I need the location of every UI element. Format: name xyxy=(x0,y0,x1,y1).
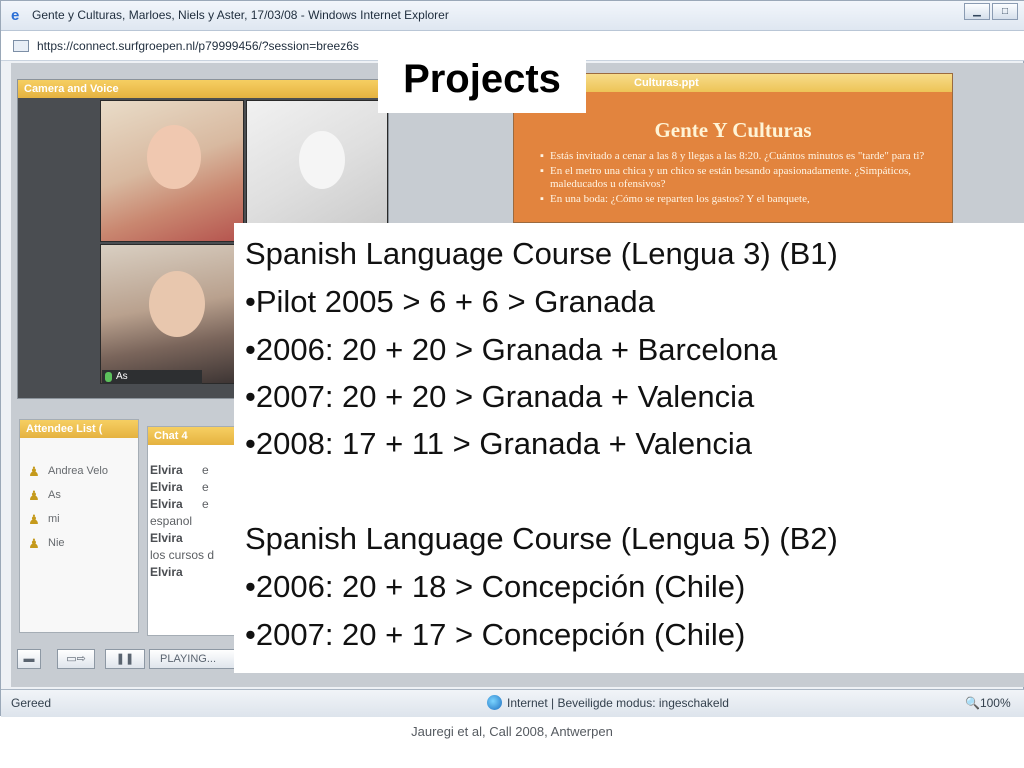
person-icon: ♟ xyxy=(28,536,40,551)
page-icon xyxy=(13,40,29,52)
attendee-name: Andrea Velo xyxy=(48,465,108,477)
video-feed-3 xyxy=(100,244,242,384)
globe-icon xyxy=(487,695,502,710)
chat-sender: Elvira xyxy=(150,497,183,511)
pause-button[interactable]: ❚❚ xyxy=(105,649,145,669)
chat-message: espanol xyxy=(150,514,192,528)
window-title: Gente y Culturas, Marloes, Niels y Aster… xyxy=(32,8,449,22)
minimize-icon: ▁ xyxy=(973,6,981,17)
camera-panel-title: Camera and Voice xyxy=(18,80,388,98)
chat-panel-title: Chat 4 xyxy=(148,427,240,445)
slide-title: Gente Y Culturas xyxy=(654,118,812,142)
pause-icon: ❚❚ xyxy=(115,653,135,665)
course-heading: Spanish Language Course (Lengua 5) (B2) xyxy=(245,521,838,556)
minus-icon: ▬ xyxy=(23,653,35,665)
status-bar: Gereed Internet | Beveiligde modus: inge… xyxy=(1,689,1024,717)
minimize-pod-button[interactable]: ▬ xyxy=(17,649,41,669)
minimize-button[interactable]: ▁ xyxy=(964,3,990,20)
chat-sender: Elvira xyxy=(150,531,183,545)
course-entry: •2007: 20 + 17 > Concepción (Chile) xyxy=(245,617,746,652)
zoom-level[interactable]: 🔍100% xyxy=(965,696,1011,710)
microphone-icon xyxy=(105,372,112,382)
chat-message: Elvira e xyxy=(150,463,209,477)
slide-bullet: En una boda: ¿Cómo se reparten los gasto… xyxy=(540,193,940,206)
slide-caption: Jauregi et al, Call 2008, Antwerpen xyxy=(411,724,613,739)
chat-panel: Chat 4 Elvira e Elvira e Elvira e espano… xyxy=(147,426,241,636)
title-bar: e Gente y Culturas, Marloes, Niels y Ast… xyxy=(1,1,1024,31)
attendee-row[interactable]: ♟ Nie xyxy=(26,534,136,552)
course-entry: •Pilot 2005 > 6 + 6 > Granada xyxy=(245,284,655,319)
internet-explorer-icon: e xyxy=(11,7,20,24)
participant-face xyxy=(147,125,201,189)
playback-status: PLAYING... xyxy=(149,649,241,669)
course-entry: •2008: 17 + 11 > Granada + Valencia xyxy=(245,426,752,461)
attendee-row[interactable]: ♟ Andrea Velo xyxy=(26,462,136,480)
projects-title: Projects xyxy=(378,51,586,113)
attendee-name: Nie xyxy=(48,537,65,549)
attendee-name: mi xyxy=(48,513,60,525)
chat-text: e xyxy=(202,480,209,494)
zoom-value: 100% xyxy=(979,696,1011,710)
chat-sender: Elvira xyxy=(150,463,183,477)
slide-bullet: Estás invitado a cenar a las 8 y llegas … xyxy=(540,150,940,163)
attendee-row[interactable]: ♟ As xyxy=(26,486,136,504)
person-icon: ♟ xyxy=(28,488,40,503)
slide-bullet: En el metro una chica y un chico se está… xyxy=(540,165,940,191)
attendee-row[interactable]: ♟ mi xyxy=(26,510,136,528)
status-text: Gereed xyxy=(11,696,52,710)
security-zone[interactable]: Internet | Beveiligde modus: ingeschakel… xyxy=(507,696,729,710)
camera-name-text: As xyxy=(116,371,128,382)
course-entry: •2006: 20 + 20 > Granada + Barcelona xyxy=(245,332,778,367)
browser-window: e Gente y Culturas, Marloes, Niels y Ast… xyxy=(0,0,1024,717)
person-icon: ♟ xyxy=(28,512,40,527)
chat-message: Elvira e xyxy=(150,480,209,494)
projects-content-box: Spanish Language Course (Lengua 3) (B1) … xyxy=(234,223,1024,673)
chat-text: e xyxy=(202,497,209,511)
person-icon: ♟ xyxy=(28,464,40,479)
video-feed-2 xyxy=(246,100,388,242)
attendee-panel-title: Attendee List ( xyxy=(20,420,138,438)
chat-text: e xyxy=(202,463,209,477)
chat-sender: Elvira xyxy=(150,480,183,494)
chat-sender: Elvira xyxy=(150,565,183,579)
chat-message: Elvira e xyxy=(150,497,209,511)
course-entry: •2007: 20 + 20 > Granada + Valencia xyxy=(245,379,755,414)
next-slide-button[interactable]: ▭⇨ xyxy=(57,649,95,669)
course-heading: Spanish Language Course (Lengua 3) (B1) xyxy=(245,236,838,271)
video-feed-1 xyxy=(100,100,244,242)
participant-face xyxy=(299,131,345,189)
url-text[interactable]: https://connect.surfgroepen.nl/p79999456… xyxy=(37,39,359,53)
arrow-right-icon: ▭⇨ xyxy=(66,653,86,665)
attendee-list-panel: Attendee List ( ♟ Andrea Velo ♟ As ♟ mi … xyxy=(19,419,139,633)
slide-bullets: Estás invitado a cenar a las 8 y llegas … xyxy=(540,150,940,208)
meeting-toolbar: ▬ ▭⇨ ❚❚ PLAYING... xyxy=(15,647,241,671)
camera-name-label: As xyxy=(102,370,202,384)
chat-message: Elvira xyxy=(150,565,183,579)
course-entry: •2006: 20 + 18 > Concepción (Chile) xyxy=(245,569,746,604)
chat-text: espanol xyxy=(150,514,193,528)
attendee-name: As xyxy=(48,489,61,501)
participant-face xyxy=(149,271,205,337)
chat-text: los cursos d xyxy=(150,548,215,562)
maximize-button[interactable]: □ xyxy=(992,3,1018,20)
chat-message: los cursos d xyxy=(150,548,214,562)
chat-message: Elvira xyxy=(150,531,183,545)
maximize-icon: □ xyxy=(1001,6,1009,17)
